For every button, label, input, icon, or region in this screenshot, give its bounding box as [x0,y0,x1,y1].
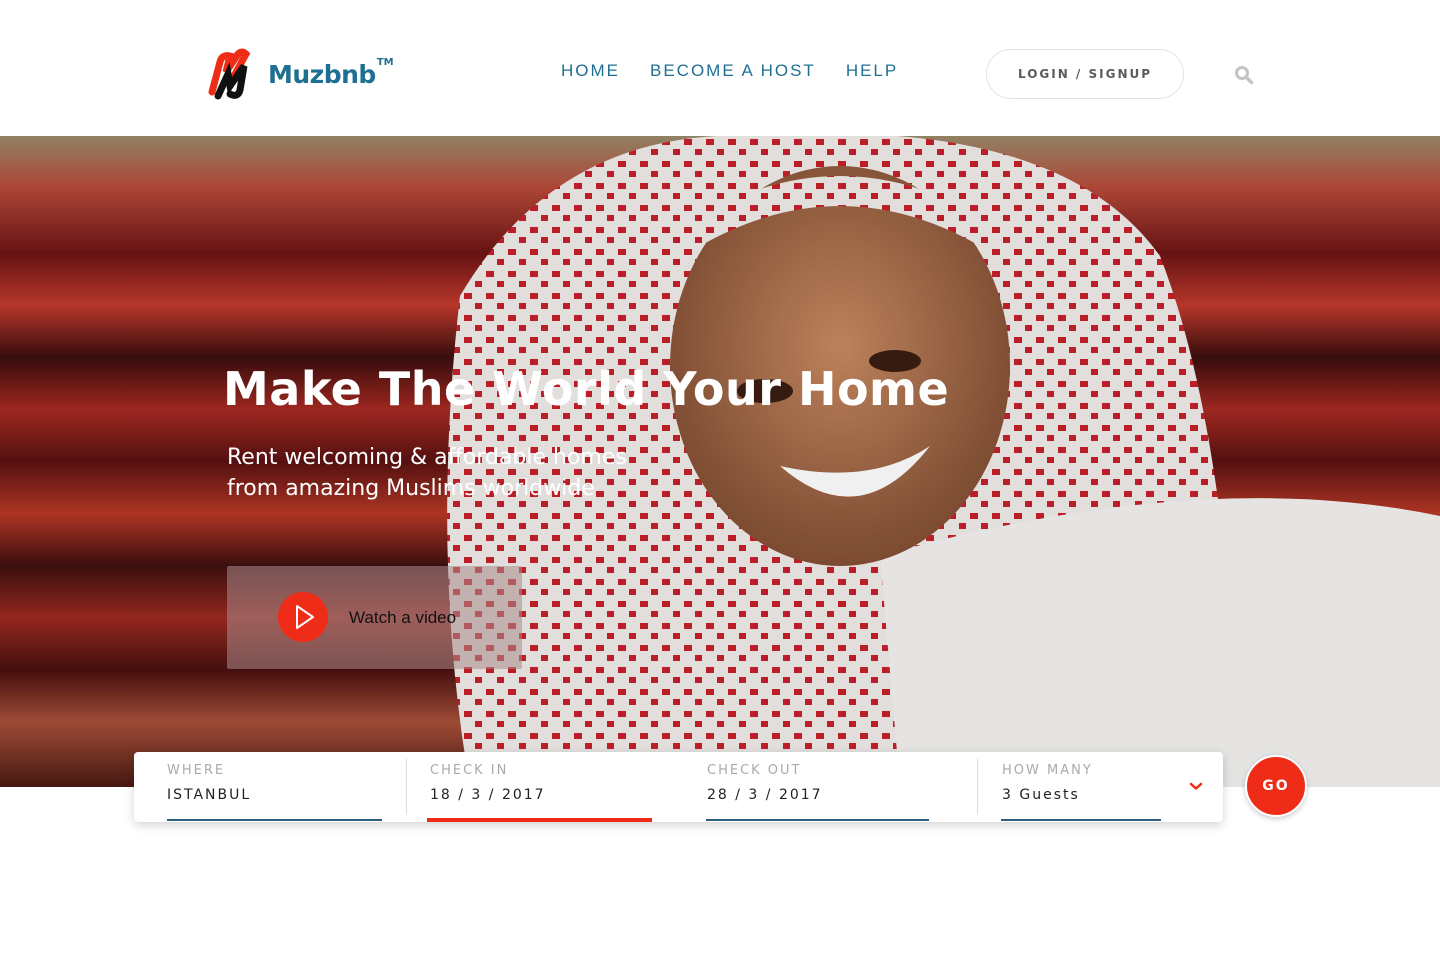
where-label: WHERE [167,763,226,778]
search-icon[interactable] [1234,65,1254,85]
play-icon [296,605,314,629]
watch-video-label: Watch a video [349,608,457,627]
hero-title: Make The World Your Home [223,362,950,416]
hero-subtitle-line-1: Rent welcoming & affordable homes [227,445,627,470]
chevron-down-icon[interactable] [1189,779,1203,793]
where-underline [167,819,382,821]
hero-subtitle: Rent welcoming & affordable homes from a… [227,442,747,504]
where-input[interactable]: ISTANBUL [167,787,251,803]
hero-subtitle-line-2: from amazing Muslims worldwide [227,476,595,501]
main-nav: HOME BECOME A HOST HELP [561,61,928,81]
check-out-input[interactable]: 28 / 3 / 2017 [707,787,823,803]
watch-video-button[interactable]: Watch a video [227,566,522,669]
brand-logo[interactable]: Muzbnb TM [204,46,394,102]
check-out-field[interactable]: CHECK OUT 28 / 3 / 2017 [706,752,929,822]
check-out-underline [706,819,929,821]
how-many-label: HOW MANY [1002,763,1093,778]
nav-become-a-host[interactable]: BECOME A HOST [650,61,816,81]
field-divider [406,759,407,815]
booking-search-bar: WHERE ISTANBUL CHECK IN 18 / 3 / 2017 CH… [134,752,1223,822]
trademark-mark: TM [376,56,394,68]
play-button[interactable] [278,592,328,642]
field-divider [977,759,978,815]
how-many-field[interactable]: HOW MANY 3 Guests [1001,752,1191,822]
how-many-underline [1001,819,1161,821]
check-in-field[interactable]: CHECK IN 18 / 3 / 2017 [427,752,652,822]
login-signup-button[interactable]: LOGIN / SIGNUP [986,49,1184,99]
brand-name: Muzbnb [268,59,376,89]
go-search-button[interactable]: GO [1245,755,1307,817]
check-in-underline-active [427,818,652,822]
where-field[interactable]: WHERE ISTANBUL [167,752,382,822]
guests-select[interactable]: 3 Guests [1002,787,1080,803]
check-in-input[interactable]: 18 / 3 / 2017 [430,787,546,803]
check-in-label: CHECK IN [430,763,509,778]
check-out-label: CHECK OUT [707,763,802,778]
logo-mark-icon [208,48,251,100]
hero-section: Make The World Your Home Rent welcoming … [0,136,1440,787]
nav-home[interactable]: HOME [561,61,620,81]
nav-help[interactable]: HELP [846,61,898,81]
site-header: Muzbnb TM HOME BECOME A HOST HELP LOGIN … [0,0,1440,136]
